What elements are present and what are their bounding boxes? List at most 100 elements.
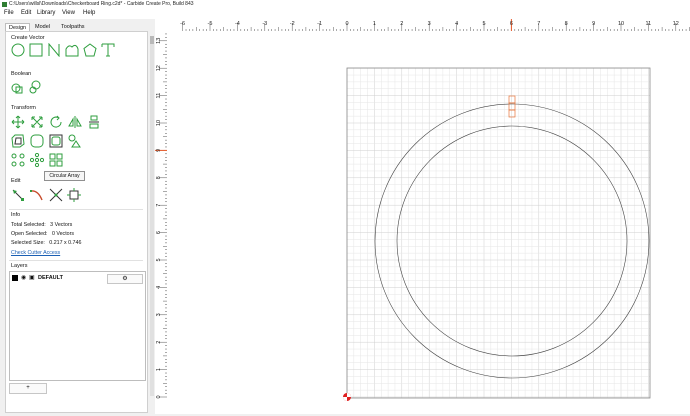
ruler-y-label: 10 [156, 120, 162, 126]
group-icon[interactable] [68, 134, 82, 148]
menu-view[interactable]: View [62, 10, 75, 16]
ruler-x-label: 9 [592, 21, 595, 27]
draw-curve-icon[interactable] [65, 43, 79, 57]
layers-header: Layers [11, 263, 28, 269]
origin-icon [343, 393, 351, 401]
title-bar: C:\Users\willsl\Downloads\Checkerboard R… [0, 0, 690, 9]
work-area[interactable]: -6 -5 -4 -3 -2 -1 0 1 2 3 4 5 6 7 8 9 10 11 12 0 1 2 3 4 5 6 7 8 9 10… [155, 19, 690, 414]
design-canvas[interactable]: -6 -5 -4 -3 -2 -1 0 1 2 3 4 5 6 7 8 9 10 11 12012345678910… [155, 19, 690, 414]
divider [9, 260, 143, 261]
ruler-y-label: 3 [156, 313, 162, 316]
ruler-y-label: 1 [156, 368, 162, 371]
menu-edit[interactable]: Edit [21, 10, 31, 16]
grid-array-icon[interactable] [49, 153, 63, 167]
app-icon [2, 2, 7, 7]
ruler-x-label: 12 [673, 21, 679, 27]
scale-icon[interactable] [30, 115, 44, 129]
draw-rectangle-icon[interactable] [29, 43, 43, 57]
ruler-x-label: 3 [428, 21, 431, 27]
ruler-y-label: 6 [156, 231, 162, 234]
open-selected: Open Selected: 0 Vectors [11, 231, 75, 237]
ruler-x-label: -6 [180, 21, 185, 27]
ruler-x-label: -2 [290, 21, 295, 27]
menu-help[interactable]: Help [83, 10, 95, 16]
layer-row[interactable]: ◉ ▣ DEFAULT ⚙ [12, 274, 143, 284]
menu-bar: File Edit Library View Help [0, 9, 690, 19]
window-title: C:\Users\willsl\Downloads\Checkerboard R… [9, 1, 194, 7]
circular-array-icon[interactable] [29, 152, 45, 168]
left-panel-scrollbar[interactable] [150, 36, 154, 396]
ruler-x-label: -4 [235, 21, 240, 27]
inset-icon[interactable] [49, 134, 63, 148]
draw-circle-icon[interactable] [11, 43, 25, 57]
ruler-y-label: 12 [156, 65, 162, 71]
ruler-y-label: 5 [156, 258, 162, 261]
ruler-x-label: -1 [317, 21, 322, 27]
ruler-y-label: 8 [156, 176, 162, 179]
mirror-icon[interactable] [68, 115, 82, 129]
ruler-x-label: 2 [400, 21, 403, 27]
eye-icon[interactable]: ◉ [21, 274, 26, 281]
selected-segment-vector[interactable] [508, 95, 516, 104]
node-edit-icon[interactable] [11, 188, 25, 202]
ruler-y-label: 2 [156, 341, 162, 344]
ruler-x-label: -5 [208, 21, 213, 27]
layers-list: ◉ ▣ DEFAULT ⚙ [9, 271, 146, 381]
trim-icon[interactable] [49, 188, 63, 202]
scrollbar-thumb[interactable] [150, 36, 154, 44]
ruler-x-label: 11 [646, 21, 652, 27]
tab-toolpaths[interactable]: Toolpaths [58, 23, 88, 31]
ruler-x-label: -3 [262, 21, 267, 27]
layer-settings-button[interactable]: ⚙ [107, 274, 143, 284]
offset-icon[interactable] [11, 134, 25, 148]
text-icon[interactable] [101, 43, 115, 57]
layer-color-swatch[interactable] [12, 275, 18, 281]
material-border [346, 67, 651, 399]
ruler-y-label: 4 [156, 286, 162, 289]
divider [9, 209, 143, 210]
edit-header: Edit [11, 178, 21, 184]
boolean-union-icon[interactable] [11, 80, 25, 94]
draw-polygon-icon[interactable] [83, 43, 97, 57]
selected-size: Selected Size: 0.217 x 0.746 [11, 240, 82, 246]
ruler-y-label: 0 [156, 395, 162, 398]
ruler-y-label: 13 [156, 38, 162, 44]
layer-name: DEFAULT [38, 275, 63, 281]
ruler-x-label: 10 [618, 21, 624, 27]
linear-array-icon[interactable] [11, 153, 25, 167]
add-layer-button[interactable]: + [9, 383, 47, 394]
boolean-header: Boolean [11, 71, 32, 77]
ruler-x-label: 1 [373, 21, 376, 27]
ruler-x-label: 5 [482, 21, 485, 27]
outer-ring-vector[interactable] [374, 103, 650, 379]
ruler-x-label: 7 [537, 21, 540, 27]
ruler-y-label: 9 [156, 149, 162, 152]
move-icon[interactable] [11, 115, 25, 129]
menu-library[interactable]: Library [37, 10, 55, 16]
menu-file[interactable]: File [4, 10, 14, 16]
bounding-box-icon[interactable] [67, 188, 81, 202]
left-panel: Design Model Toolpaths Create Vector Boo… [0, 19, 153, 414]
create-vector-header: Create Vector [11, 35, 45, 41]
transform-header: Transform [11, 105, 36, 111]
ruler-x-label: 8 [565, 21, 568, 27]
total-selected: Total Selected: 3 Vectors [11, 222, 73, 228]
ruler-x-label: 4 [455, 21, 458, 27]
info-header: Info [11, 212, 21, 218]
gear-icon: ⚙ [122, 276, 128, 282]
tooltip: Circular Array [44, 171, 85, 181]
boolean-subtract-icon[interactable] [28, 80, 42, 94]
join-vectors-icon[interactable] [30, 188, 44, 202]
draw-polyline-icon[interactable] [47, 42, 61, 58]
align-icon[interactable] [87, 115, 101, 129]
tab-model[interactable]: Model [32, 23, 53, 31]
lock-icon[interactable]: ▣ [29, 274, 35, 281]
ruler-y-label: 7 [156, 204, 162, 207]
ruler-x-label: 0 [345, 21, 348, 27]
check-cutter-access-link[interactable]: Check Cutter Access [11, 250, 60, 256]
design-panel: Create Vector Boolean Transform Edit Inf… [5, 31, 148, 413]
fillet-icon[interactable] [30, 134, 44, 148]
ruler-y-label: 11 [156, 93, 162, 99]
rotate-icon[interactable] [49, 115, 63, 129]
ruler-x-label: 6 [510, 21, 513, 27]
